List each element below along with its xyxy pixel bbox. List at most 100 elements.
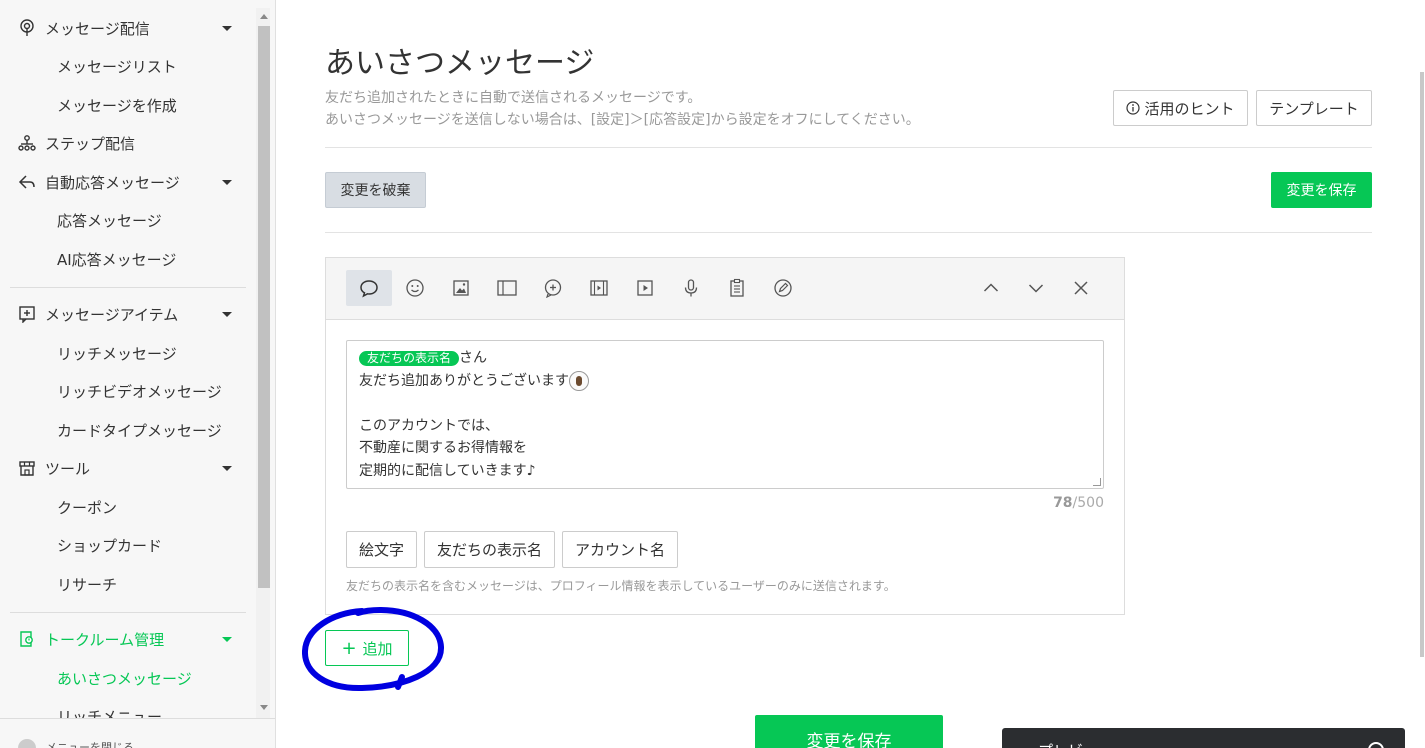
sidebar-item-research[interactable]: リサーチ <box>0 566 256 602</box>
close-icon <box>1074 281 1088 295</box>
hint-label: 活用のヒント <box>1144 99 1235 118</box>
sidebar-item-label: リッチメニュー <box>57 707 163 719</box>
chevron-down-icon[interactable] <box>222 465 232 471</box>
counter-max: /500 <box>1072 495 1104 511</box>
preview-panel-header[interactable]: プレビュー <box>1002 728 1405 748</box>
sidebar-item-coupon[interactable]: クーポン <box>0 489 256 525</box>
sidebar-item-label: メッセージアイテム <box>45 305 179 324</box>
message-text: 友だち追加ありがとうございます <box>359 372 569 389</box>
message-textarea[interactable]: 友だちの表示名 さん 友だち追加ありがとうございます このアカウントでは、 不動産… <box>346 340 1104 489</box>
move-up-button[interactable] <box>968 270 1014 306</box>
template-button[interactable]: テンプレート <box>1256 90 1372 126</box>
sidebar-item-rich-menu[interactable]: リッチメニュー <box>0 698 256 719</box>
survey-icon <box>730 278 744 297</box>
sidebar-item-label: トークルーム管理 <box>45 630 165 649</box>
survey-tool[interactable] <box>714 270 760 306</box>
insert-friend-name-button[interactable]: 友だちの表示名 <box>424 531 555 568</box>
message-text: さん <box>459 350 488 366</box>
text-bubble-icon <box>360 280 378 298</box>
info-icon <box>1126 101 1141 115</box>
sidebar-item-label: ツール <box>45 459 91 478</box>
card-message-icon <box>774 279 792 297</box>
coupon-tool[interactable] <box>484 270 530 306</box>
message-line: 友だち追加ありがとうございます <box>359 370 1091 393</box>
sidebar-item-step-broadcast[interactable]: ステップ配信 <box>0 125 256 161</box>
scrollbar-thumb[interactable] <box>1420 72 1424 657</box>
collapse-icon <box>18 739 36 748</box>
chevron-down-icon[interactable] <box>222 636 232 642</box>
discard-changes-button[interactable]: 変更を破棄 <box>325 172 426 208</box>
sidebar-item-label: ステップ配信 <box>45 134 136 153</box>
sidebar-item-auto-reply[interactable]: 自動応答メッセージ <box>0 164 256 200</box>
card-message-tool[interactable] <box>760 270 806 306</box>
sidebar-item-label: リサーチ <box>57 575 118 594</box>
chevron-down-icon[interactable] <box>222 179 232 185</box>
divider <box>325 147 1372 148</box>
message-editor: 友だちの表示名 さん 友だち追加ありがとうございます このアカウントでは、 不動産… <box>325 257 1125 615</box>
sidebar-item-label: ショップカード <box>57 536 163 555</box>
message-line: このアカウントでは、 <box>359 417 499 434</box>
message-line <box>359 392 1091 415</box>
message-item-icon <box>18 305 36 323</box>
add-bubble-button[interactable]: + 追加 <box>325 630 409 666</box>
sidebar-item-reply-message[interactable]: 応答メッセージ <box>0 202 256 238</box>
voice-tool[interactable] <box>668 270 714 306</box>
sidebar-item-label: AI応答メッセージ <box>57 250 177 269</box>
resize-handle[interactable] <box>1093 478 1101 486</box>
chevron-up-icon <box>983 283 999 292</box>
rich-video-tool[interactable] <box>576 270 622 306</box>
voice-icon <box>684 279 698 297</box>
message-type-toolbar <box>326 258 1124 320</box>
hint-button[interactable]: 活用のヒント <box>1113 90 1248 126</box>
move-down-button[interactable] <box>1013 270 1059 306</box>
sidebar-item-message-broadcast[interactable]: メッセージ配信 <box>0 10 256 46</box>
sticker-tool[interactable] <box>392 270 438 306</box>
sidebar-item-rich-video-message[interactable]: リッチビデオメッセージ <box>0 373 256 409</box>
sidebar-divider <box>10 287 246 288</box>
sidebar-item-label: メッセージリスト <box>57 57 177 76</box>
sidebar-item-message-items[interactable]: メッセージアイテム <box>0 296 256 332</box>
sidebar-scrollbar[interactable] <box>256 8 270 718</box>
video-tool[interactable] <box>622 270 668 306</box>
divider <box>325 232 1372 233</box>
sidebar-item-rich-message[interactable]: リッチメッセージ <box>0 335 256 371</box>
scroll-down-icon[interactable] <box>260 705 268 710</box>
sidebar-menu: メッセージ配信 メッセージリスト メッセージを作成 ステップ配信 自動応答メッセ… <box>0 0 256 718</box>
page-description-note: あいさつメッセージを送信しない場合は、[設定]＞[応答設定]から設定をオフにして… <box>325 112 920 128</box>
friend-name-tag[interactable]: 友だちの表示名 <box>359 351 460 366</box>
save-changes-bottom-button[interactable]: 変更を保存 <box>755 715 943 748</box>
reply-icon <box>18 173 36 191</box>
sidebar-item-greeting-message[interactable]: あいさつメッセージ <box>0 660 256 696</box>
chevron-down-icon[interactable] <box>222 311 232 317</box>
video-icon <box>637 280 653 296</box>
insert-emoji-button[interactable]: 絵文字 <box>346 531 417 568</box>
sidebar-item-label: リッチメッセージ <box>57 344 177 363</box>
sidebar-item-shop-card[interactable]: ショップカード <box>0 527 256 563</box>
sidebar-item-tools[interactable]: ツール <box>0 450 256 486</box>
message-line: 不動産に関するお得情報を <box>359 440 527 456</box>
preview-toggle-icon[interactable] <box>1368 742 1384 748</box>
main-scrollbar[interactable] <box>1420 0 1425 660</box>
message-line: 定期的に配信していきます♪ <box>359 462 536 479</box>
rich-message-tool[interactable] <box>530 270 576 306</box>
preview-label: プレビュー <box>1038 740 1113 748</box>
scroll-up-icon[interactable] <box>260 14 268 19</box>
sidebar-item-ai-reply[interactable]: AI応答メッセージ <box>0 241 256 277</box>
coupon-icon <box>497 280 517 296</box>
sidebar-item-create-message[interactable]: メッセージを作成 <box>0 87 256 123</box>
sidebar-item-chatroom-management[interactable]: トークルーム管理 <box>0 621 256 657</box>
sidebar-item-label: 応答メッセージ <box>57 211 162 230</box>
image-tool[interactable] <box>438 270 484 306</box>
sidebar-item-card-message[interactable]: カードタイプメッセージ <box>0 412 256 448</box>
scrollbar-thumb[interactable] <box>258 26 270 588</box>
save-changes-button[interactable]: 変更を保存 <box>1271 172 1372 208</box>
sidebar-item-label: カードタイプメッセージ <box>57 421 222 440</box>
close-menu-button[interactable]: メニューを閉じる <box>0 718 275 748</box>
step-icon <box>18 134 36 152</box>
sidebar-item-label: 自動応答メッセージ <box>45 173 180 192</box>
text-bubble-tool[interactable] <box>346 270 392 306</box>
chevron-down-icon[interactable] <box>222 25 232 31</box>
delete-bubble-button[interactable] <box>1058 270 1104 306</box>
insert-account-name-button[interactable]: アカウント名 <box>562 531 678 568</box>
sidebar-item-message-list[interactable]: メッセージリスト <box>0 48 256 84</box>
